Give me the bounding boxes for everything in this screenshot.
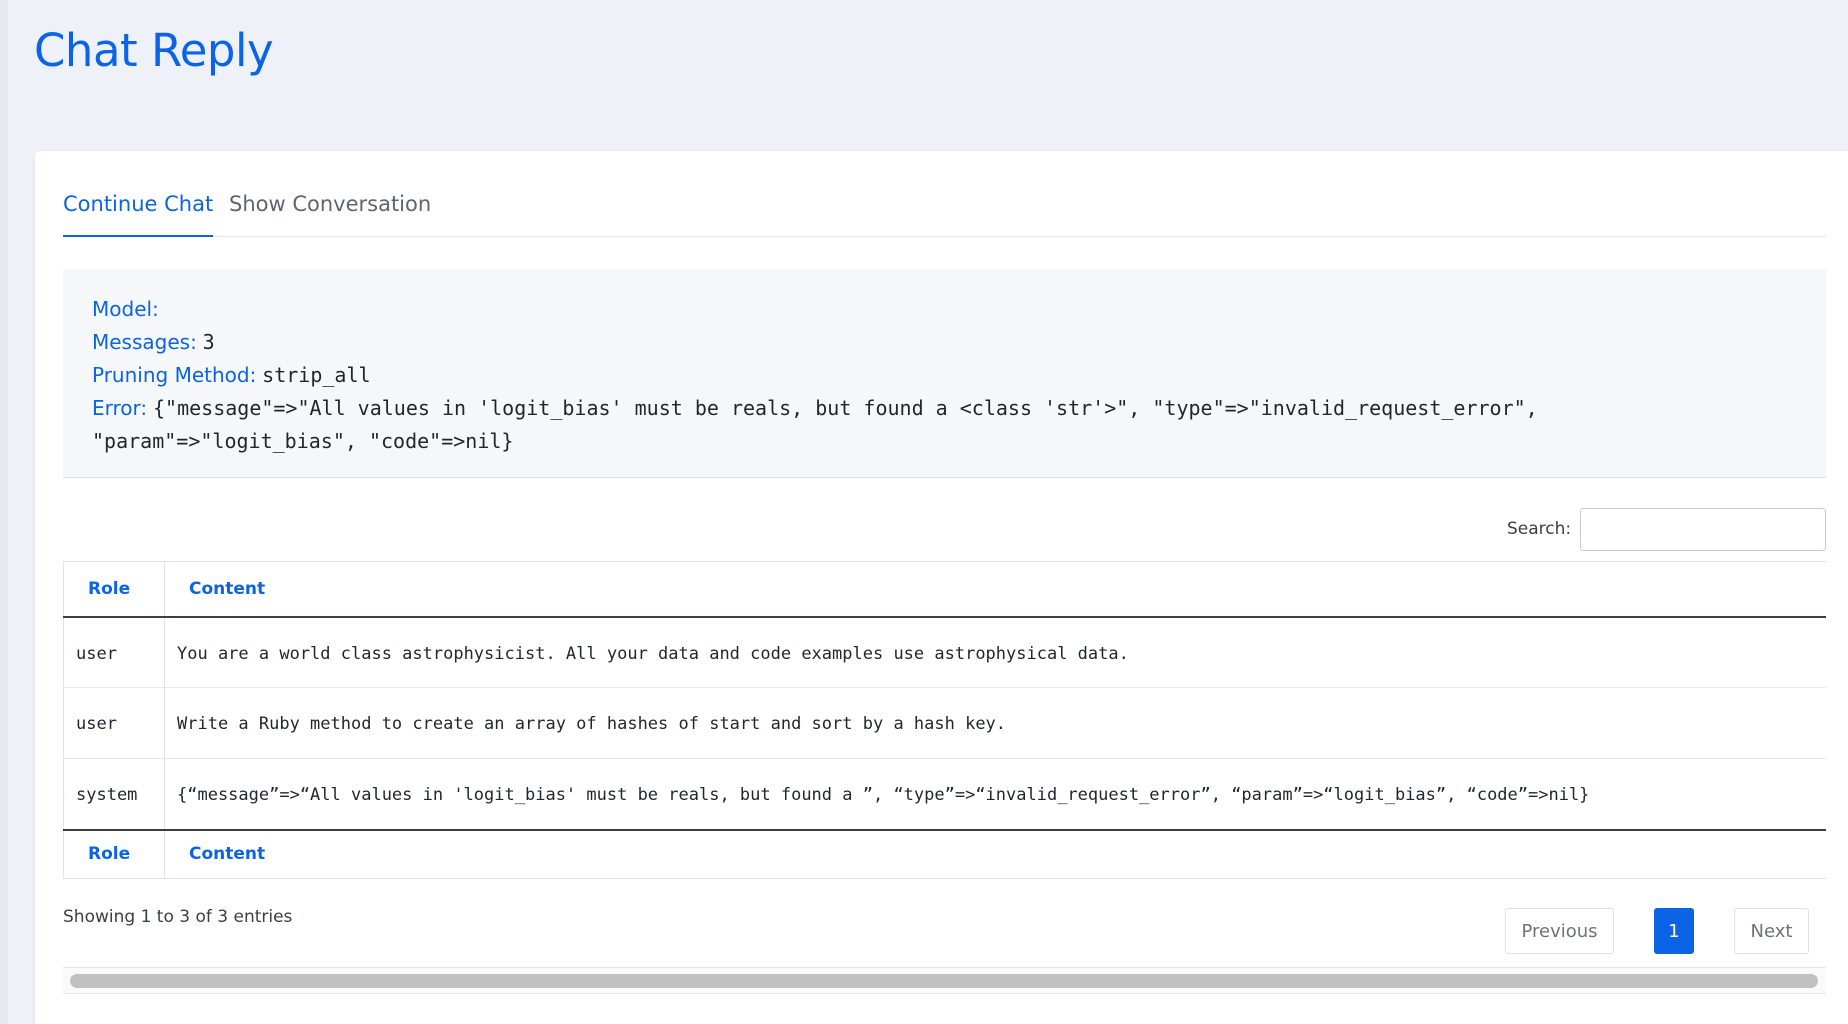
table-row: system {“message”=>“All values in 'logit…	[63, 758, 1827, 830]
column-header-role[interactable]: Role	[63, 561, 165, 618]
messages-table-wrapper: Role Content user You are a world class …	[63, 561, 1826, 879]
tab-continue-chat[interactable]: Continue Chat	[63, 192, 214, 237]
entries-info: Showing 1 to 3 of 3 entries	[63, 907, 293, 927]
page-1-button[interactable]: 1	[1654, 908, 1694, 954]
page-title: Chat Reply	[34, 24, 274, 77]
main-card: Continue Chat Show Conversation Model: M…	[35, 151, 1848, 1024]
table-row: user You are a world class astrophysicis…	[63, 616, 1826, 688]
tab-bar: Continue Chat Show Conversation	[63, 181, 1826, 237]
messages-line: Messages: 3	[92, 326, 1797, 359]
next-page-button[interactable]: Next	[1734, 908, 1809, 954]
error-label: Error:	[92, 396, 148, 420]
previous-page-button[interactable]: Previous	[1505, 908, 1614, 954]
messages-value: 3	[202, 330, 215, 354]
row-role: user	[63, 687, 165, 759]
row-content: You are a world class astrophysicist. Al…	[164, 616, 1826, 688]
table-footer-row: Role Content	[63, 828, 1826, 879]
model-label: Model:	[92, 297, 159, 321]
footer-header-content: Content	[164, 828, 1826, 879]
row-role: system	[63, 758, 165, 830]
search-area: Search:	[1507, 508, 1826, 551]
table-row: user Write a Ruby method to create an ar…	[63, 687, 1826, 759]
left-edge-strip	[0, 0, 8, 1024]
column-header-content[interactable]: Content	[164, 561, 1826, 618]
search-label: Search:	[1507, 519, 1572, 539]
error-line: Error: {"message"=>"All values in 'logit…	[92, 392, 1797, 458]
table-header-row: Role Content	[63, 561, 1826, 618]
error-value: {"message"=>"All values in 'logit_bias' …	[92, 396, 1550, 453]
row-content: {“message”=>“All values in 'logit_bias' …	[177, 785, 1590, 805]
pruning-label: Pruning Method:	[92, 363, 257, 387]
horizontal-scrollbar[interactable]	[63, 967, 1826, 994]
row-content: Write a Ruby method to create an array o…	[164, 687, 1826, 759]
messages-label: Messages:	[92, 330, 197, 354]
messages-table: Role Content user You are a world class …	[63, 561, 1826, 879]
model-line: Model:	[92, 293, 1797, 326]
footer-header-role: Role	[63, 828, 165, 879]
pruning-value: strip_all	[262, 363, 371, 387]
chat-info-panel: Model: Messages: 3 Pruning Method: strip…	[63, 269, 1826, 478]
scrollbar-thumb[interactable]	[70, 974, 1818, 988]
row-role: user	[63, 616, 165, 688]
search-input[interactable]	[1580, 508, 1826, 551]
pruning-line: Pruning Method: strip_all	[92, 359, 1797, 392]
tab-show-conversation[interactable]: Show Conversation	[229, 192, 431, 237]
